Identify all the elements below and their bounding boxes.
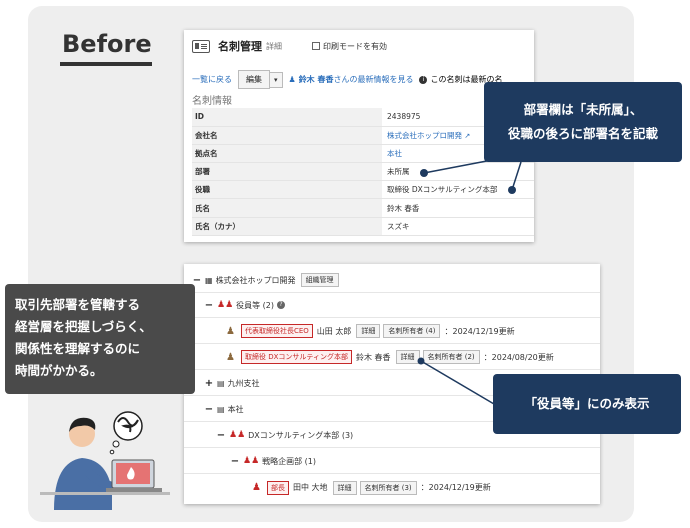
person-name[interactable]: 田中 大地 — [293, 482, 328, 493]
help-icon[interactable]: ? — [277, 301, 286, 309]
card-title: 名刺管理 — [218, 40, 262, 53]
officers-group-label: 役員等 (2) — [236, 300, 275, 310]
role-badge: 部長 — [266, 480, 289, 495]
row-key: 拠点名 — [192, 144, 382, 164]
detail-button[interactable]: 詳細 — [395, 350, 420, 364]
group-icon: ♟♟ — [217, 300, 234, 310]
collapse-toggle[interactable]: − — [204, 300, 214, 311]
card-owners-button[interactable]: 名刺所有者 (2) — [422, 350, 480, 364]
tree-row-officers[interactable]: − ♟♟ 役員等 (2) ? — [184, 293, 600, 318]
row-key: 会社名 — [192, 126, 382, 145]
print-mode-label: 印刷モードを有効 — [323, 41, 387, 51]
card-info-table: ID 2438975 会社名 株式会社ホップロ開発 ↗ 拠点名 本社 部署 未所属 役職… — [192, 108, 534, 236]
table-row: 拠点名 本社 — [192, 144, 534, 164]
table-row: 役職 取締役 DXコンサルティング本部 — [192, 180, 534, 200]
building-icon: ▦ — [205, 275, 213, 285]
print-mode-checkbox[interactable] — [312, 42, 320, 50]
latest-info-link[interactable]: さんの最新情報を見る — [333, 74, 413, 85]
tree-row-person[interactable]: ♟ 取締役 DXコンサルティング本部 鈴木 春香 詳細 名刺所有者 (2) ：2… — [184, 345, 600, 370]
card-owners-button[interactable]: 名刺所有者 (3) — [359, 480, 417, 495]
collapse-toggle[interactable]: − — [216, 430, 226, 441]
back-to-list-link[interactable]: 一覧に戻る — [192, 74, 232, 85]
edit-button[interactable]: 編集 — [238, 70, 270, 89]
callout-department-note: 部署欄は「未所属」、 役職の後ろに部署名を記載 — [484, 82, 682, 162]
role-badge: 取締役 DXコンサルティング本部 — [240, 350, 352, 364]
detail-button[interactable]: 詳細 — [356, 324, 381, 338]
external-link-icon: ↗ — [464, 131, 471, 140]
row-key: 氏名 — [192, 198, 382, 218]
callout-line: 関係性を理解するのに — [15, 341, 141, 356]
org-icon: ▤ — [217, 378, 225, 388]
row-value: 取締役 DXコンサルティング本部 — [382, 180, 534, 200]
card-owners-button[interactable]: 名刺所有者 (4) — [383, 324, 441, 338]
company-name: 株式会社ホップロ開発 — [215, 275, 296, 285]
row-key: ID — [192, 108, 382, 127]
group-icon: ♟♟ — [229, 430, 246, 440]
branch-name: 本社 — [227, 404, 244, 414]
person-icon: ♟ — [288, 75, 296, 84]
department-name: 戦略企画部 (1) — [262, 456, 317, 466]
branch-name: 九州支社 — [227, 378, 260, 388]
person-name[interactable]: 鈴木 春香 — [356, 352, 391, 363]
edit-dropdown-caret[interactable]: ▾ — [270, 71, 283, 88]
before-label: Before — [62, 30, 152, 58]
person-icon: ♟ — [226, 351, 235, 363]
updated-date: ：2024/12/19更新 — [444, 326, 515, 336]
person-icon: ♟ — [226, 325, 235, 337]
expand-toggle[interactable]: + — [204, 378, 214, 389]
callout-line: 役職の後ろに部署名を記載 — [507, 126, 658, 141]
tree-row-person[interactable]: ♟ 部長 田中 大地 詳細 名刺所有者 (3) ：2024/12/19更新 — [184, 475, 600, 500]
group-icon: ♟♟ — [243, 456, 260, 466]
collapse-toggle[interactable]: − — [230, 456, 240, 467]
org-manage-button[interactable]: 組織管理 — [300, 273, 339, 287]
table-row: 氏名 鈴木 春香 — [192, 198, 534, 218]
row-value: 鈴木 春香 — [382, 198, 534, 218]
org-icon: ▤ — [217, 404, 225, 414]
row-key: 役職 — [192, 180, 382, 200]
card-header: 名刺管理 詳細 印刷モードを有効 — [192, 38, 387, 54]
latest-info-name[interactable]: 鈴木 春香 — [299, 74, 334, 85]
company-link[interactable]: 株式会社ホップロ開発 — [387, 131, 462, 140]
callout-line: 経営層を把握しづらく、 — [15, 319, 152, 334]
table-row: ID 2438975 — [192, 108, 534, 127]
tree-row-person[interactable]: ♟ 代表取締役社長CEO 山田 太郎 詳細 名刺所有者 (4) ：2024/12… — [184, 319, 600, 344]
row-key: 部署 — [192, 162, 382, 182]
business-card-detail-panel: 名刺管理 詳細 印刷モードを有効 一覧に戻る 編集 ▾ ♟ 鈴木 春香 さんの最… — [184, 30, 534, 242]
callout-line: 取引先部署を管轄する — [15, 297, 141, 312]
table-row: 部署 未所属 — [192, 162, 534, 182]
updated-date: ：2024/12/19更新 — [420, 483, 491, 492]
business-card-icon — [192, 39, 210, 53]
worried-person-illustration — [40, 411, 170, 510]
table-row: 氏名（カナ） スズキ — [192, 217, 534, 236]
detail-button[interactable]: 詳細 — [332, 480, 357, 495]
tree-row-company[interactable]: − ▦ 株式会社ホップロ開発 組織管理 — [184, 268, 600, 293]
callout-line: 部署欄は「未所属」、 — [523, 102, 643, 117]
callout-officers-only: 「役員等」にのみ表示 — [493, 374, 681, 434]
role-badge: 代表取締役社長CEO — [240, 324, 313, 338]
person-name[interactable]: 山田 太郎 — [317, 326, 352, 337]
info-icon: i — [419, 75, 428, 84]
person-icon: ♟ — [252, 482, 261, 493]
collapse-toggle[interactable]: − — [204, 404, 214, 415]
before-underline — [60, 62, 152, 66]
row-value: 未所属 — [382, 162, 534, 182]
table-row: 会社名 株式会社ホップロ開発 ↗ — [192, 126, 534, 145]
callout-problem-statement: 取引先部署を管轄する 経営層を把握しづらく、 関係性を理解するのに 時間がかかる… — [5, 284, 195, 394]
tree-row-department[interactable]: − ♟♟ 戦略企画部 (1) — [184, 449, 600, 474]
action-row: 一覧に戻る 編集 ▾ ♟ 鈴木 春香 さんの最新情報を見る i この名刺は最新の… — [192, 70, 502, 89]
updated-date: ：2024/08/20更新 — [483, 352, 554, 362]
row-value: スズキ — [382, 217, 534, 236]
callout-line: 時間がかかる。 — [15, 363, 103, 378]
collapse-toggle[interactable]: − — [192, 275, 202, 286]
row-key: 氏名（カナ） — [192, 217, 382, 236]
section-title: 名刺情報 — [192, 96, 232, 107]
card-title-sub: 詳細 — [266, 41, 282, 51]
department-name: DXコンサルティング本部 (3) — [248, 430, 354, 440]
